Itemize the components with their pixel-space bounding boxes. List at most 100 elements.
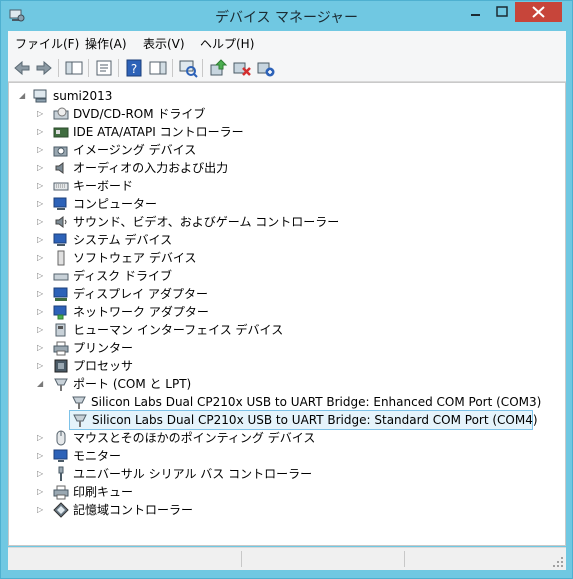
close-button[interactable] [515,2,562,22]
keyboard-icon [53,182,69,191]
expand-arrow-icon[interactable]: ▷ [37,249,47,267]
expand-arrow-icon[interactable]: ▷ [37,267,47,285]
tree-category[interactable]: ▷ キーボード [37,177,537,195]
disk-icon [53,273,69,281]
enable-device-icon[interactable] [256,58,276,78]
expand-arrow-icon[interactable]: ▷ [37,447,47,465]
status-bar [8,547,566,570]
toolbar-separator [118,59,119,77]
tree-root[interactable]: ◢ sumi2013 [19,87,219,105]
tree-category[interactable]: ▷ ディスク ドライブ [37,267,537,285]
menu-help[interactable]: ヘルプ(H) [200,35,254,52]
toolbar-separator [202,59,203,77]
maximize-icon [496,6,508,17]
toolbar-separator [172,59,173,77]
monitor-icon [53,449,68,462]
resize-grip-icon[interactable] [552,556,564,568]
uninstall-device-icon[interactable] [232,58,252,78]
tree-category[interactable]: ▷ ネットワーク アダプター [37,303,537,321]
tree-category[interactable]: ▷ 記憶域コントローラー [37,501,537,519]
update-driver-icon[interactable] [208,58,228,78]
tree-category-label: モニター [73,449,122,463]
tree-category[interactable]: ▷ ヒューマン インターフェイス デバイス [37,321,537,339]
svg-text:?: ? [131,62,137,76]
tree-category[interactable]: ▷ IDE ATA/ATAPI コントローラー [37,123,537,141]
tree-category[interactable]: ▷ ユニバーサル シリアル バス コントローラー [37,465,537,483]
menu-file[interactable]: ファイル(F) [15,35,79,52]
expand-arrow-icon[interactable]: ▷ [37,303,47,321]
expand-arrow-icon[interactable]: ▷ [37,357,47,375]
network-icon [53,305,67,320]
expand-arrow-icon[interactable]: ▷ [37,231,47,249]
title-bar[interactable]: デバイス マネージャー [1,1,572,31]
port-icon [54,378,68,391]
minimize-button[interactable] [463,2,489,22]
expand-arrow-icon[interactable]: ▷ [37,483,47,501]
show-hide-console-tree-icon[interactable] [64,58,84,78]
tree-category-label: 印刷キュー [73,485,134,499]
tree-category[interactable]: ▷ ディスプレイ アダプター [37,285,537,303]
tree-category[interactable]: ▷ ソフトウェア デバイス [37,249,537,267]
tree-device-label: Silicon Labs Dual CP210x USB to UART Bri… [91,395,542,409]
collapse-arrow-icon[interactable]: ◢ [37,375,47,393]
expand-arrow-icon[interactable]: ▷ [37,465,47,483]
menu-bar: ファイル(F) 操作(A) 表示(V) ヘルプ(H) [8,31,566,55]
tree-category-label: ディスプレイ アダプター [73,287,208,301]
tree-category[interactable]: ▷ モニター [37,447,537,465]
tree-category[interactable]: ▷ オーディオの入力および出力 [37,159,537,177]
system-icon [53,233,67,246]
print-queue-icon [53,485,69,500]
expand-arrow-icon[interactable]: ▷ [37,105,47,123]
tree-category-label: ソフトウェア デバイス [73,251,197,265]
expand-arrow-icon[interactable]: ▷ [37,285,47,303]
tree-category-label: サウンド、ビデオ、およびゲーム コントローラー [73,215,340,229]
expand-arrow-icon[interactable]: ▷ [37,339,47,357]
tree-device-label: Silicon Labs Dual CP210x USB to UART Bri… [92,413,538,427]
tree-category[interactable]: ▷ サウンド、ビデオ、およびゲーム コントローラー [37,213,537,231]
expand-arrow-icon[interactable]: ▷ [37,501,47,519]
tree-category[interactable]: ▷ コンピューター [37,195,537,213]
minimize-icon [471,14,480,16]
tree-category-label: ディスク ドライブ [73,269,172,283]
scan-hardware-icon[interactable] [178,58,198,78]
tree-category-label: ユニバーサル シリアル バス コントローラー [73,467,313,481]
expand-arrow-icon[interactable]: ▷ [37,321,47,339]
tree-category-label: ヒューマン インターフェイス デバイス [73,323,284,337]
expand-arrow-icon[interactable]: ▷ [37,123,47,141]
properties-icon[interactable] [94,58,114,78]
status-divider [404,551,405,567]
collapse-arrow-icon[interactable]: ◢ [19,87,29,105]
tree-device-item-selected[interactable]: Silicon Labs Dual CP210x USB to UART Bri… [69,410,538,430]
tree-category[interactable]: ▷ システム デバイス [37,231,537,249]
tree-category-label: DVD/CD-ROM ドライブ [73,107,206,121]
device-tree[interactable]: ◢ sumi2013 ▷ DVD/CD-ROM ドライブ ▷ IDE ATA/ATA… [8,82,566,546]
printer-icon [53,341,69,356]
port-device-icon [73,414,87,427]
menu-action[interactable]: 操作(A) [85,35,127,52]
tree-category[interactable]: ▷ DVD/CD-ROM ドライブ [37,105,537,123]
action-pane-icon[interactable] [148,58,168,78]
tree-category[interactable]: ◢ ポート (COM と LPT) [37,375,537,393]
hid-icon [55,323,66,337]
expand-arrow-icon[interactable]: ▷ [37,177,47,195]
camera-icon [53,146,68,157]
expand-arrow-icon[interactable]: ▷ [37,429,47,447]
expand-arrow-icon[interactable]: ▷ [37,159,47,177]
tree-category[interactable]: ▷ マウスとそのほかのポインティング デバイス [37,429,537,447]
status-divider [241,551,242,567]
expand-arrow-icon[interactable]: ▷ [37,213,47,231]
tree-device-item[interactable]: Silicon Labs Dual CP210x USB to UART Bri… [69,393,542,411]
back-icon[interactable] [12,58,32,78]
expand-arrow-icon[interactable]: ▷ [37,141,47,159]
tree-category-label: キーボード [73,179,134,193]
tree-category[interactable]: ▷ プロセッサ [37,357,537,375]
help-icon[interactable]: ? [124,58,144,78]
forward-icon[interactable] [34,58,54,78]
expand-arrow-icon[interactable]: ▷ [37,195,47,213]
menu-view[interactable]: 表示(V) [143,35,185,52]
tree-category[interactable]: ▷ プリンター [37,339,537,357]
tree-category[interactable]: ▷ 印刷キュー [37,483,537,501]
close-icon [532,6,545,18]
tree-category[interactable]: ▷ イメージング デバイス [37,141,537,159]
maximize-button[interactable] [489,2,515,22]
